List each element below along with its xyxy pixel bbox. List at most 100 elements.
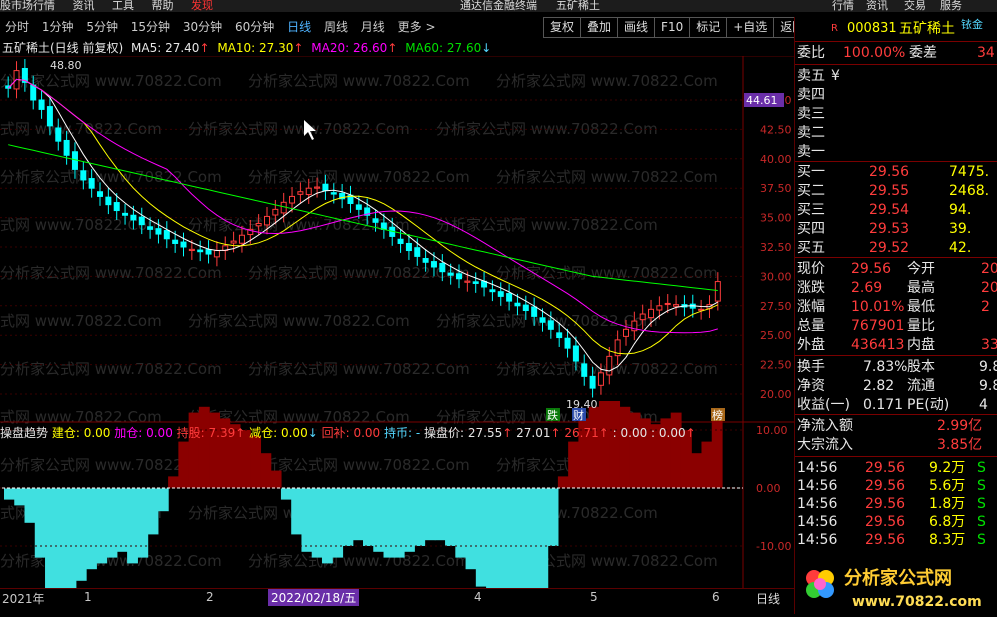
menu-item-tools[interactable]: 工具 (112, 0, 134, 12)
indicator-bar (178, 441, 190, 488)
price-tick: 22.50 (760, 359, 792, 372)
add-watchlist-button[interactable]: +自选 (726, 17, 775, 38)
indicator-bar (14, 488, 26, 506)
adjust-button[interactable]: 复权 (543, 17, 582, 38)
candle-body (514, 302, 521, 307)
bid-row: 买三 29.54 94. (797, 202, 972, 218)
period-tab-monthly[interactable]: 月线 (361, 20, 385, 34)
menu-right-news[interactable]: 资讯 (866, 0, 888, 12)
stat-row: 净资 2.82 流通 9.8 (797, 378, 997, 394)
action-toolbar: 复权 叠加 画线 F10 标记 +自选 返回 (543, 17, 812, 38)
indicator-bar (711, 418, 723, 488)
indicator-bar (455, 488, 467, 558)
candle-body (564, 337, 571, 349)
candle-body (105, 196, 112, 206)
indicator-bar (250, 435, 262, 488)
indicator-bar (321, 488, 333, 564)
menu-item-help[interactable]: 帮助 (152, 0, 174, 12)
candle-body (330, 192, 337, 195)
draw-line-button[interactable]: 画线 (617, 17, 656, 38)
indicator-jiacang: 加仓: 0.00 (114, 426, 173, 440)
period-tab-15min[interactable]: 15分钟 (131, 20, 170, 34)
price-tick: 40.00 (760, 153, 792, 166)
menu-item-market[interactable]: 股市场行情 (0, 0, 55, 12)
candle-body (589, 375, 596, 389)
price-tick: 37.50 (760, 182, 792, 195)
cursor-date-label: 2022/02/18/五 (268, 589, 360, 606)
ask-row: 卖四 (797, 87, 825, 103)
period-tab-30min[interactable]: 30分钟 (183, 20, 222, 34)
candle-body (255, 222, 262, 227)
menu-right-trade[interactable]: 交易 (904, 0, 926, 12)
period-tab-1min[interactable]: 1分钟 (42, 20, 74, 34)
candle-body (414, 247, 421, 257)
candle-body (547, 320, 554, 330)
candle-body (397, 238, 404, 244)
period-tab-more[interactable]: 更多 > (398, 20, 436, 34)
period-tab-weekly[interactable]: 周线 (324, 20, 348, 34)
indicator-bar (291, 488, 303, 535)
indicator-chigu: 持股: 7.39 (176, 426, 236, 440)
candle-body (355, 204, 362, 210)
menu-bar: 股市场行情 资讯 工具 帮助 发现 通达信金融终端 五矿稀土 行情 资讯 交易 … (0, 0, 997, 12)
candle-body (430, 261, 437, 268)
date-axis-bar: 2021年 1 2 2022/02/18/五 4 5 6 日线 (0, 588, 794, 615)
indicator-bar (465, 488, 477, 570)
price-axis: 45.0042.5040.0037.5035.0032.5030.0027.50… (760, 94, 792, 401)
f10-button[interactable]: F10 (654, 17, 691, 38)
watermark-text: 分析家公式网 www.70822.Com (0, 360, 222, 378)
candle-body (656, 305, 663, 311)
indicator-bar (55, 488, 67, 588)
overlay-button[interactable]: 叠加 (580, 17, 619, 38)
indicator-jiancang: 建仓: 0.00 (51, 426, 111, 440)
candle-body (439, 262, 446, 273)
menu-item-discover[interactable]: 发现 (191, 0, 213, 12)
period-tab-5min[interactable]: 5分钟 (86, 20, 118, 34)
mark-button[interactable]: 标记 (689, 17, 728, 38)
indicator-bar (75, 488, 87, 581)
candle-body (405, 242, 412, 252)
indicator-jiancang2: 减仓: 0.00 (249, 426, 308, 440)
stock-badge: 铱金 (961, 18, 983, 31)
watermark-text: 分析家公式网 www.70822.Com (248, 72, 470, 90)
indicator-bar (588, 406, 600, 488)
stat-row: 现价 29.56 今开 20 (797, 261, 997, 277)
indicator-bar (106, 488, 118, 558)
price-tick: 32.50 (760, 241, 792, 254)
menu-right-quote[interactable]: 行情 (832, 0, 854, 12)
indicator-bar (270, 470, 282, 488)
ma5-label: MA5: 27.40 (131, 41, 200, 55)
candle-body (297, 191, 304, 195)
candle-body (272, 208, 279, 216)
candle-body (539, 317, 546, 323)
candle-body (422, 258, 429, 263)
candle-body (322, 183, 329, 192)
ma-title: 五矿稀土(日线 前复权) MA5: 27.40↑ MA10: 27.30↑ MA… (2, 41, 492, 55)
menu-right-service[interactable]: 服务 (940, 0, 962, 12)
kline-chart-area[interactable]: 分析家公式网 www.70822.Com 分析家公式网 www.70822.Com… (0, 56, 794, 588)
bid-row: 买五 29.52 42. (797, 240, 972, 256)
period-indicator[interactable]: 日线 (756, 590, 780, 607)
tick-row: 14:56 29.56 9.2万 S (797, 460, 986, 476)
period-tab-60min[interactable]: 60分钟 (235, 20, 274, 34)
indicator-bar (516, 488, 528, 588)
candle-body (380, 222, 387, 230)
period-tab-daily[interactable]: 日线 (287, 20, 311, 34)
indicator-bar (701, 441, 713, 488)
indicator-bar (86, 488, 97, 570)
watermark-text: 分析家公式网 www.70822.Com (0, 168, 222, 186)
candle-body (238, 234, 245, 244)
candle-body (172, 239, 179, 244)
watermark-text: 分析家公式网 www.70822.Com (188, 312, 410, 330)
weibi-value: 100.00% (843, 45, 906, 61)
candle-body (606, 355, 613, 376)
candle-body (673, 304, 680, 307)
candle-body (213, 250, 220, 258)
period-tab-timeshare[interactable]: 分时 (5, 20, 29, 34)
date-label-4: 4 (474, 590, 482, 604)
indicator-v2: 27.01 (516, 426, 551, 440)
indicator-bar (332, 488, 344, 558)
menu-item-news[interactable]: 资讯 (73, 0, 95, 12)
stock-name: 五矿稀土 (899, 21, 955, 37)
indicator-bar (137, 488, 149, 558)
